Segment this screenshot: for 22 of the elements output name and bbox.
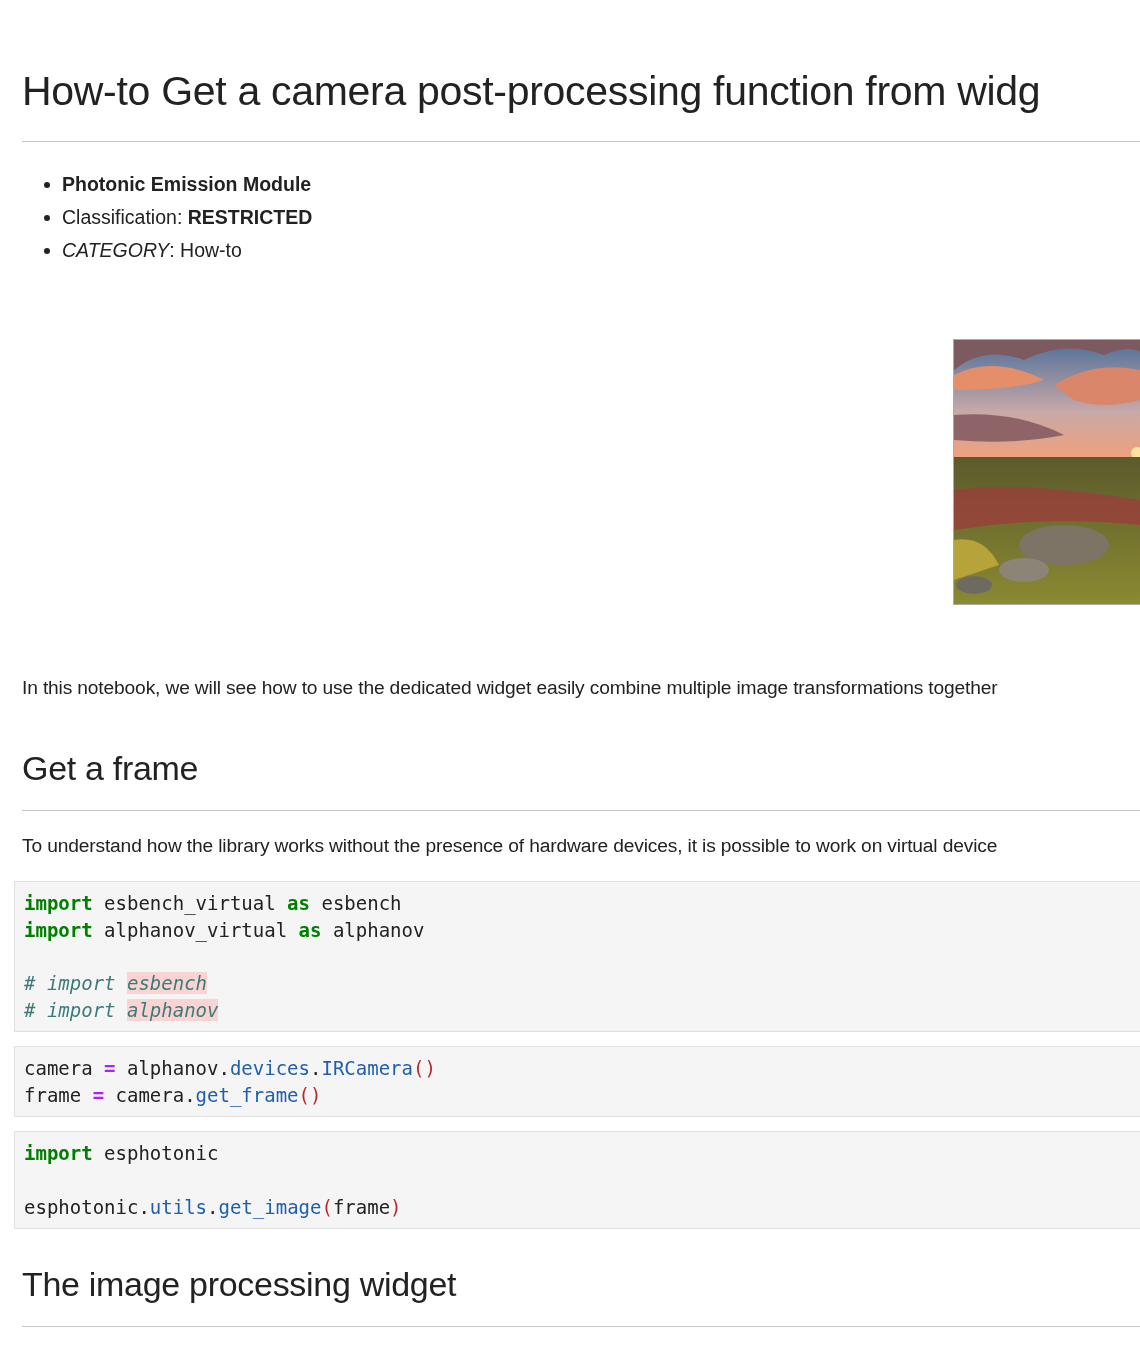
section-heading: The image processing widget [22, 1265, 1140, 1327]
code-line: import alphanov_virtual as alphanov [24, 917, 425, 943]
code-line: # import esbench [24, 971, 208, 996]
list-item: Classification: RESTRICTED [62, 206, 313, 229]
paragraph: To understand how the library works without the presence of hardware devices, it is possible to work on virtual device [22, 835, 999, 857]
code-line: import esphotonic [24, 1141, 219, 1166]
code-line: import esbench_virtual as esbench [24, 891, 402, 917]
list-item: CATEGORY: How-to [62, 239, 242, 262]
paragraph: In this notebook, we will see how to use the dedicated widget easily combine multiple image transformations together [22, 677, 999, 699]
code-line: # import alphanov [24, 997, 219, 1023]
code-line: frame = camera.get_frame() [24, 1082, 322, 1108]
section-heading: Get a frame [22, 749, 1140, 811]
code-cell[interactable]: import esbench_virtual as esbench import alphanov_virtual as alphanov # import esbench # import alphanov [14, 881, 1140, 1032]
list-item: Photonic Emission Module [62, 173, 312, 196]
code-cell[interactable]: camera = alphanov.devices.IRCamera() frame = camera.get_frame() [14, 1046, 1140, 1117]
bullet-icon [44, 214, 50, 221]
page-title: How-to Get a camera post-processing function from widg [22, 0, 1140, 142]
code-line: esphotonic.utils.get_image(frame) [24, 1194, 402, 1220]
bullet-icon [44, 181, 50, 188]
bullet-icon [44, 247, 50, 254]
code-cell[interactable]: import esphotonic esphotonic.utils.get_image(frame) [14, 1131, 1140, 1229]
code-line: camera = alphanov.devices.IRCamera() [24, 1056, 436, 1081]
